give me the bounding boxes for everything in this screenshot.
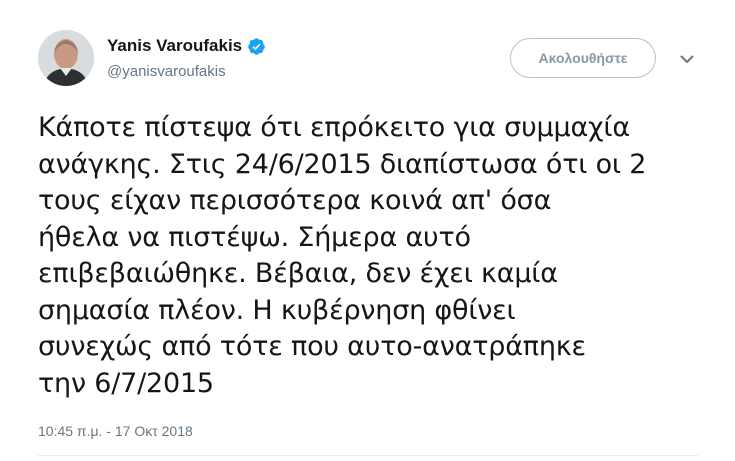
- author-display-name[interactable]: Yanis Varoufakis: [107, 35, 242, 57]
- avatar-image: [38, 30, 94, 86]
- tweet-text-line: ανάγκης. Στις 24/6/2015 διαπίστωσα ότι ο…: [38, 148, 647, 180]
- tweet-card: Yanis Varoufakis @yanisvaroufakis Ακολου…: [0, 0, 735, 461]
- chevron-down-icon[interactable]: [679, 51, 695, 67]
- tweet-text-line: τους είχαν περισσότερα κοινά απ' όσα: [38, 185, 552, 216]
- divider: [38, 455, 698, 456]
- tweet-text-line: την 6/7/2015: [38, 367, 214, 399]
- verified-badge-icon: [247, 37, 266, 56]
- follow-button[interactable]: Ακολουθήστε: [510, 38, 656, 78]
- tweet-text-line: συνεχώς από τότε που αυτο-ανατράπηκε: [38, 331, 586, 362]
- tweet-text-line: Κάποτε πίστεψα ότι επρόκειτο για συμμαχί…: [38, 112, 630, 143]
- tweet-text-line: επιβεβαιώθηκε. Βέβαια, δεν έχει καμία: [38, 258, 558, 289]
- avatar[interactable]: [38, 30, 94, 86]
- tweet-timestamp[interactable]: 10:45 π.μ. - 17 Οκτ 2018: [38, 422, 193, 440]
- tweet-text-line: ήθελα να πιστέψω. Σήμερα αυτό: [38, 221, 471, 253]
- author-handle[interactable]: @yanisvaroufakis: [107, 63, 266, 81]
- tweet-text: Κάποτε πίστεψα ότι επρόκειτο για συμμαχί…: [38, 110, 718, 402]
- tweet-text-line: σημασία πλέον. Η κυβέρνηση φθίνει: [38, 294, 516, 326]
- author-name-row: Yanis Varoufakis: [107, 35, 266, 57]
- author-info: Yanis Varoufakis @yanisvaroufakis: [107, 35, 266, 81]
